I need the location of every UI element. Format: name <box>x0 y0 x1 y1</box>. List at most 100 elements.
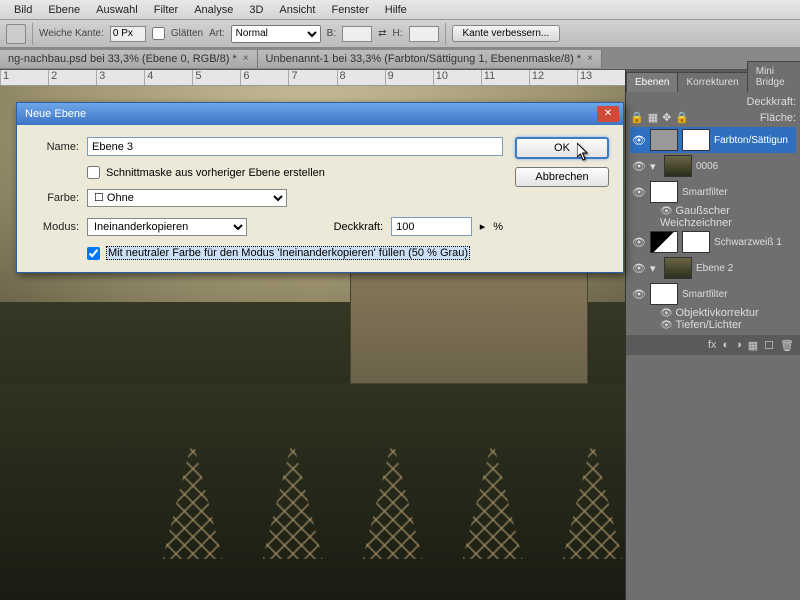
mask-icon[interactable]: ◐ <box>722 339 729 351</box>
opacity-input[interactable] <box>391 217 472 236</box>
layer-schwarzweiss[interactable]: 👁 Schwarzweiß 1 <box>630 229 796 255</box>
fx-icon[interactable]: fx <box>708 339 717 351</box>
mask-thumb[interactable] <box>682 129 710 151</box>
layer-ebene2[interactable]: 👁 ▾ Ebene 2 <box>630 255 796 281</box>
ruler-tick: 4 <box>144 70 192 85</box>
style-select[interactable]: Normal <box>231 25 321 43</box>
layer-label: Smartfilter <box>682 187 728 198</box>
cancel-button[interactable]: Abbrechen <box>515 167 609 187</box>
menu-analyse[interactable]: Analyse <box>186 4 241 16</box>
new-layer-dialog: Neue Ebene ✕ Name: Schnittmaske aus vorh… <box>16 102 624 273</box>
neutral-fill-check[interactable] <box>87 247 100 260</box>
document-tabs: ng-nachbau.psd bei 33,3% (Ebene 0, RGB/8… <box>0 48 800 70</box>
color-select[interactable]: ☐ Ohne <box>87 189 287 207</box>
doc-tab-2[interactable]: Unbenannt-1 bei 33,3% (Farbton/Sättigung… <box>258 50 602 68</box>
antialias-check[interactable] <box>152 27 165 40</box>
ruler-tick: 6 <box>240 70 288 85</box>
layer-smartfilter-2[interactable]: 👁 Smartfilter <box>630 281 796 307</box>
chevron-down-icon[interactable]: ▾ <box>650 160 660 173</box>
layer-0006[interactable]: 👁 ▾ 0006 <box>630 153 796 179</box>
visibility-icon[interactable]: 👁 <box>632 160 646 173</box>
menu-ebene[interactable]: Ebene <box>40 4 88 16</box>
dialog-title: Neue Ebene <box>25 108 86 120</box>
doc-tab-1[interactable]: ng-nachbau.psd bei 33,3% (Ebene 0, RGB/8… <box>0 50 258 68</box>
name-input[interactable] <box>87 137 503 156</box>
close-icon[interactable]: × <box>243 53 249 64</box>
trash-icon[interactable]: 🗑 <box>780 339 794 352</box>
filter-gaussian[interactable]: 👁 Gaußscher Weichzeichner <box>630 205 796 229</box>
panel-tabs: Ebenen Korrekturen Mini Bridge <box>626 70 800 92</box>
doc-tab-1-label: ng-nachbau.psd bei 33,3% (Ebene 0, RGB/8… <box>8 53 237 65</box>
height-input[interactable] <box>409 26 439 42</box>
image-trellis <box>163 439 223 559</box>
color-label: Farbe: <box>31 192 79 204</box>
layer-thumb[interactable] <box>664 257 692 279</box>
ruler-tick: 2 <box>48 70 96 85</box>
filter-label: Gaußscher Weichzeichner <box>660 205 732 229</box>
visibility-icon[interactable]: 👁 <box>632 236 646 249</box>
filter-shadows[interactable]: 👁 Tiefen/Lichter <box>630 319 796 331</box>
menu-fenster[interactable]: Fenster <box>323 4 376 16</box>
ruler-tick: 3 <box>96 70 144 85</box>
menu-3d[interactable]: 3D <box>241 4 271 16</box>
filter-mask-thumb[interactable] <box>650 283 678 305</box>
adjustment-icon[interactable]: ◑ <box>735 339 742 351</box>
dialog-titlebar[interactable]: Neue Ebene ✕ <box>17 103 623 125</box>
layer-farbton[interactable]: 👁 Farbton/Sättigun <box>630 127 796 153</box>
lock-icon[interactable]: 🔒 <box>630 111 644 124</box>
image-trellis <box>563 439 623 559</box>
pixel-lock-icon[interactable]: ▦ <box>648 111 658 124</box>
filter-mask-thumb[interactable] <box>650 181 678 203</box>
lock-all-icon[interactable]: 🔒 <box>675 111 689 124</box>
options-bar: Weiche Kante: Glätten Art: Normal B: ⇄ H… <box>0 20 800 48</box>
image-trellis <box>363 439 423 559</box>
image-trellis <box>463 439 523 559</box>
menu-bar: Bild Ebene Auswahl Filter Analyse 3D Ans… <box>0 0 800 20</box>
new-layer-icon[interactable]: ☐ <box>764 339 774 352</box>
clip-mask-check[interactable] <box>87 166 100 179</box>
menu-auswahl[interactable]: Auswahl <box>88 4 146 16</box>
dialog-buttons: OK Abbrechen <box>515 137 609 260</box>
width-input[interactable] <box>342 26 372 42</box>
ruler-tick: 7 <box>288 70 336 85</box>
layer-smartfilter[interactable]: 👁 Smartfilter <box>630 179 796 205</box>
menu-ansicht[interactable]: Ansicht <box>271 4 323 16</box>
filter-label: Objektivkorrektur <box>675 307 758 319</box>
layer-thumb[interactable] <box>650 129 678 151</box>
visibility-icon[interactable]: 👁 <box>632 134 646 147</box>
tab-korrekturen[interactable]: Korrekturen <box>677 72 747 92</box>
visibility-icon[interactable]: 👁 <box>632 262 646 275</box>
feather-input[interactable] <box>110 26 146 42</box>
adjustment-thumb[interactable] <box>650 231 678 253</box>
ruler-tick: 1 <box>0 70 48 85</box>
filter-lens[interactable]: 👁 Objektivkorrektur <box>630 307 796 319</box>
mask-thumb[interactable] <box>682 231 710 253</box>
layer-label: Ebene 2 <box>696 263 733 274</box>
layers-panel: Deckkraft: 🔒 ▦ ✥ 🔒 Fläche: 👁 Farbton/Sät… <box>626 92 800 335</box>
visibility-icon[interactable]: 👁 <box>632 288 646 301</box>
refine-edge-button[interactable]: Kante verbessern... <box>452 25 561 42</box>
dialog-body: Name: Schnittmaske aus vorheriger Ebene … <box>17 125 623 272</box>
chevron-down-icon[interactable]: ▾ <box>650 262 660 275</box>
close-icon[interactable]: × <box>587 53 593 64</box>
move-icon[interactable]: ✥ <box>662 111 671 124</box>
layer-label: Smartfilter <box>682 289 728 300</box>
swap-icon[interactable]: ⇄ <box>378 28 386 39</box>
group-icon[interactable]: ▦ <box>748 339 758 352</box>
layer-thumb[interactable] <box>664 155 692 177</box>
menu-hilfe[interactable]: Hilfe <box>377 4 415 16</box>
tab-ebenen[interactable]: Ebenen <box>626 72 678 92</box>
ok-button[interactable]: OK <box>515 137 609 159</box>
separator <box>32 23 33 45</box>
tool-icon[interactable] <box>6 24 26 44</box>
menu-filter[interactable]: Filter <box>146 4 186 16</box>
right-panels: Ebenen Korrekturen Mini Bridge Deckkraft… <box>625 70 800 600</box>
menu-bild[interactable]: Bild <box>6 4 40 16</box>
mode-select[interactable]: Ineinanderkopieren <box>87 218 247 236</box>
opacity-arrow-icon[interactable]: ▸ <box>480 220 486 233</box>
filter-label: Tiefen/Lichter <box>675 319 741 331</box>
opacity-label: Deckkraft: <box>746 96 796 108</box>
tab-minibridge[interactable]: Mini Bridge <box>747 61 800 92</box>
close-button[interactable]: ✕ <box>597 106 619 122</box>
visibility-icon[interactable]: 👁 <box>632 186 646 199</box>
